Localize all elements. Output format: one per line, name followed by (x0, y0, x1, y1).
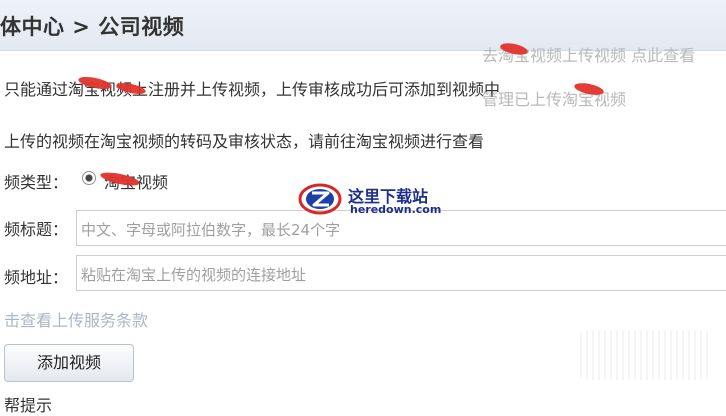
watermark-en: heredown.com (350, 203, 442, 216)
terms-link[interactable]: 击查看上传服务条款 (4, 307, 148, 331)
notice-line-2: 上传的视频在淘宝视频的转码及审核状态，请前往淘宝视频进行查看 (4, 132, 485, 151)
video-url-input[interactable]: 粘贴在淘宝上传的视频的连接地址 (76, 255, 726, 291)
video-type-label: 频类型： (4, 173, 69, 192)
bottom-partial-text: 帮提示 (4, 396, 53, 415)
video-url-label: 频地址： (4, 268, 69, 287)
manage-video-link[interactable]: 管理已上传淘宝视频 (482, 86, 626, 110)
breadcrumb: 体中心 > 公司视频 (0, 15, 185, 39)
heredown-logo-icon (298, 183, 342, 215)
video-title-label: 频标题： (4, 220, 69, 239)
background-noise (580, 330, 710, 380)
add-video-button[interactable]: 添加视频 (4, 344, 134, 382)
video-type-radio[interactable] (82, 171, 96, 185)
